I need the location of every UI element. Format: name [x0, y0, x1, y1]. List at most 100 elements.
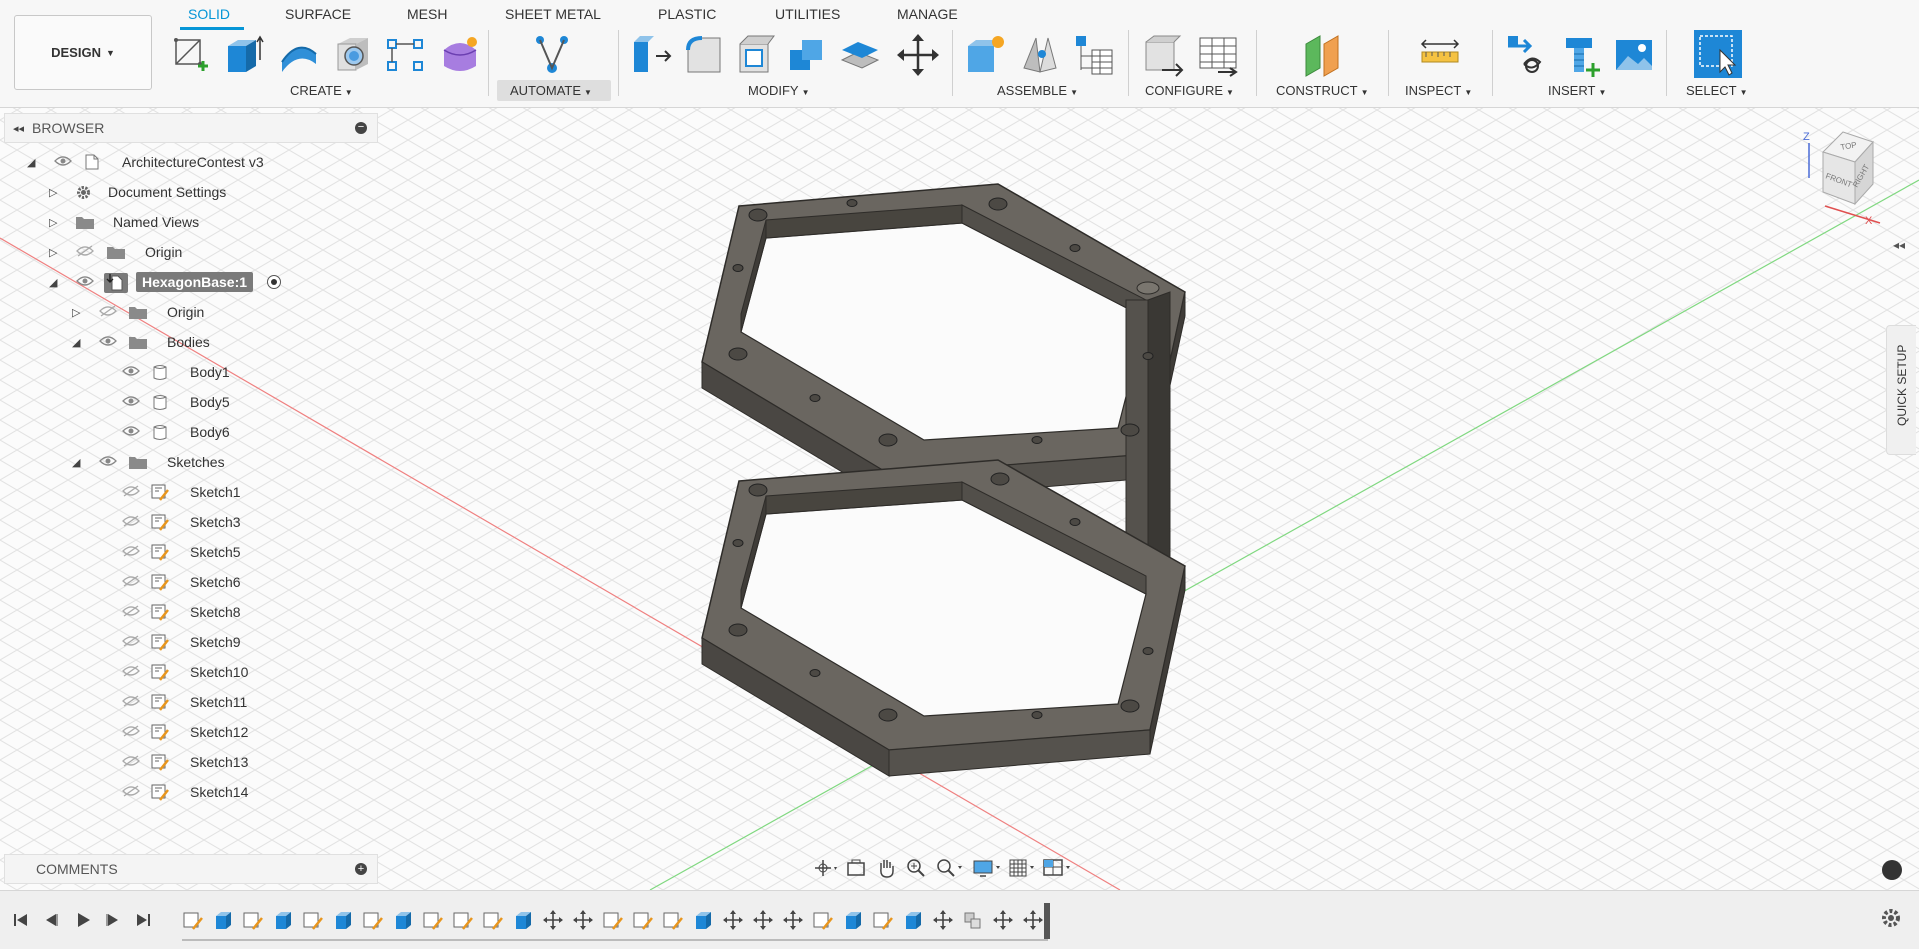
timeline-sketch-feature[interactable] — [632, 909, 654, 931]
eye-icon[interactable] — [122, 365, 140, 380]
tab-utilities[interactable]: UTILITIES — [775, 6, 840, 22]
tree-item-sketch[interactable]: Sketch11 — [0, 687, 380, 717]
timeline-move-feature[interactable] — [932, 909, 954, 931]
collapse-triangle-icon[interactable]: ◢ — [27, 156, 35, 169]
timeline-sketch-feature[interactable] — [422, 909, 444, 931]
collapse-triangle-icon[interactable]: ◢ — [72, 456, 80, 469]
eye-hidden-icon[interactable] — [122, 754, 140, 770]
timeline-previous-icon[interactable] — [42, 911, 60, 932]
fillet-icon[interactable] — [682, 32, 726, 78]
tree-item-sketch[interactable]: Sketch13 — [0, 747, 380, 777]
timeline-sketch-feature[interactable] — [872, 909, 894, 931]
insert-canvas-icon[interactable] — [1612, 32, 1656, 78]
timeline-move-feature[interactable] — [572, 909, 594, 931]
tab-manage[interactable]: MANAGE — [897, 6, 958, 22]
eye-icon[interactable] — [76, 275, 94, 290]
view-cube[interactable]: Z X TOP FRONT RIGHT — [1785, 128, 1905, 228]
tree-item-sketch[interactable]: Sketch3 — [0, 507, 380, 537]
tab-surface[interactable]: SURFACE — [285, 6, 351, 22]
eye-hidden-icon[interactable] — [122, 484, 140, 500]
timeline-extrude-feature[interactable] — [902, 909, 924, 931]
eye-hidden-icon[interactable] — [122, 514, 140, 530]
eye-hidden-icon[interactable] — [122, 544, 140, 560]
tab-plastic[interactable]: PLASTIC — [658, 6, 716, 22]
expand-triangle-icon[interactable]: ▷ — [72, 306, 80, 319]
timeline-sketch-feature[interactable] — [482, 909, 504, 931]
eye-hidden-icon[interactable] — [122, 784, 140, 800]
eye-hidden-icon[interactable] — [122, 724, 140, 740]
timeline-first-icon[interactable] — [12, 911, 30, 932]
construct-plane-icon[interactable] — [1302, 32, 1346, 78]
revolve-icon[interactable] — [276, 32, 320, 78]
collapse-panel-icon[interactable]: ◂◂ — [13, 122, 24, 135]
configure-menu[interactable]: CONFIGURE ▼ — [1145, 83, 1234, 98]
tree-item-component-origin[interactable]: ▷ Origin — [0, 297, 380, 327]
tree-item-body[interactable]: Body1 — [0, 357, 380, 387]
timeline-sketch-feature[interactable] — [362, 909, 384, 931]
create-sketch-icon[interactable] — [168, 32, 212, 78]
eye-icon[interactable] — [99, 455, 117, 470]
automate-menu[interactable]: AUTOMATE ▼ — [510, 83, 592, 98]
eye-hidden-icon[interactable] — [122, 694, 140, 710]
eye-icon[interactable] — [122, 425, 140, 440]
zoom-window-icon[interactable] — [934, 857, 962, 879]
tree-item-body[interactable]: Body6 — [0, 417, 380, 447]
joint-icon[interactable] — [1018, 32, 1062, 78]
tree-item-sketch[interactable]: Sketch8 — [0, 597, 380, 627]
browser-minimize-icon[interactable]: − — [355, 122, 367, 134]
insert-derive-icon[interactable] — [1504, 32, 1548, 78]
configuration-table-icon[interactable] — [1196, 32, 1240, 78]
expand-triangle-icon[interactable]: ▷ — [49, 186, 57, 199]
display-settings-icon[interactable] — [972, 857, 1000, 879]
tab-solid[interactable]: SOLID — [188, 6, 230, 22]
timeline-move-feature[interactable] — [542, 909, 564, 931]
tree-item-sketch[interactable]: Sketch5 — [0, 537, 380, 567]
offset-face-icon[interactable] — [838, 32, 882, 78]
timeline-extrude-feature[interactable] — [692, 909, 714, 931]
timeline-extrude-feature[interactable] — [272, 909, 294, 931]
hole-icon[interactable] — [330, 32, 374, 78]
timeline-sketch-feature[interactable] — [662, 909, 684, 931]
settings-gear-icon[interactable] — [1879, 906, 1903, 933]
configure-icon[interactable] — [1142, 32, 1186, 78]
comments-panel-header[interactable]: COMMENTS + — [4, 854, 378, 884]
timeline-move-feature[interactable] — [992, 909, 1014, 931]
tree-item-sketches[interactable]: ◢ Sketches — [0, 447, 380, 477]
expand-triangle-icon[interactable]: ▷ — [49, 246, 57, 259]
measure-icon[interactable] — [1418, 32, 1462, 78]
tree-item-named-views[interactable]: ▷ Named Views — [0, 207, 380, 237]
orbit-icon[interactable] — [812, 857, 838, 879]
assemble-menu[interactable]: ASSEMBLE ▼ — [997, 83, 1078, 98]
tree-item-bodies[interactable]: ◢ Bodies — [0, 327, 380, 357]
timeline-extrude-feature[interactable] — [842, 909, 864, 931]
timeline-sketch-feature[interactable] — [242, 909, 264, 931]
press-pull-icon[interactable] — [630, 32, 674, 78]
shell-icon[interactable] — [734, 32, 778, 78]
bom-icon[interactable] — [1072, 32, 1116, 78]
select-icon[interactable] — [1694, 30, 1742, 78]
tree-item-document-settings[interactable]: ▷ Document Settings — [0, 177, 380, 207]
quick-setup-tab[interactable]: QUICK SETUP — [1886, 325, 1916, 455]
eye-icon[interactable] — [122, 395, 140, 410]
eye-icon[interactable] — [99, 335, 117, 350]
timeline-move-feature[interactable] — [1022, 909, 1044, 931]
timeline-last-icon[interactable] — [134, 911, 152, 932]
modify-menu[interactable]: MODIFY ▼ — [748, 83, 809, 98]
tree-item-root[interactable]: ◢ ArchitectureContest v3 — [0, 147, 380, 177]
eye-hidden-icon[interactable] — [122, 634, 140, 650]
look-at-icon[interactable] — [844, 857, 870, 879]
tree-item-hexagon-base[interactable]: ◢ HexagonBase:1 — [0, 267, 380, 297]
move-copy-icon[interactable] — [896, 32, 940, 78]
tree-item-sketch[interactable]: Sketch14 — [0, 777, 380, 807]
zoom-icon[interactable] — [904, 857, 930, 879]
timeline-extrude-feature[interactable] — [332, 909, 354, 931]
timeline-extrude-feature[interactable] — [212, 909, 234, 931]
eye-hidden-icon[interactable] — [122, 574, 140, 590]
tree-item-sketch[interactable]: Sketch6 — [0, 567, 380, 597]
timeline-sketch-feature[interactable] — [602, 909, 624, 931]
eye-hidden-icon[interactable] — [122, 664, 140, 680]
extrude-icon[interactable] — [222, 32, 266, 78]
timeline-next-icon[interactable] — [104, 911, 122, 932]
eye-hidden-icon[interactable] — [76, 244, 94, 260]
collapse-triangle-icon[interactable]: ◢ — [72, 336, 80, 349]
